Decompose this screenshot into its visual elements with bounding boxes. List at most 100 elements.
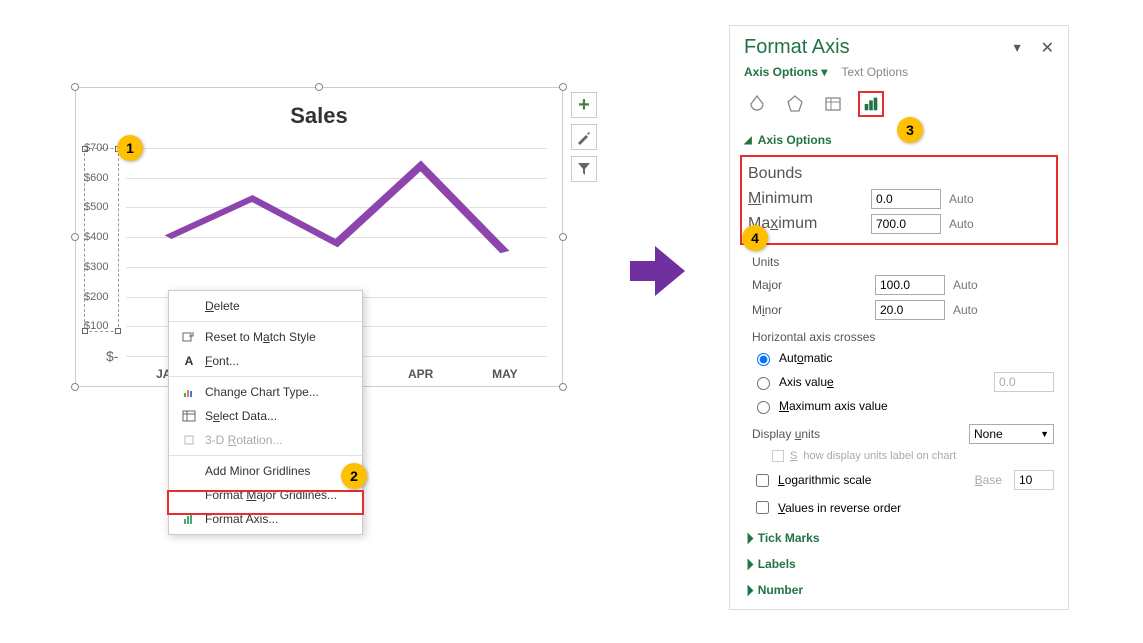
axis-icon bbox=[179, 511, 199, 527]
menu-item-label: Font... bbox=[205, 354, 239, 368]
minor-auto[interactable]: Auto bbox=[953, 303, 978, 317]
context-menu: Delete Reset to Match Style A Font... Change… bbox=[168, 290, 363, 535]
major-input[interactable] bbox=[875, 275, 945, 295]
menu-item-label: 3-D Rotation... bbox=[205, 433, 282, 447]
menu-item-label: Add Minor Gridlines bbox=[205, 464, 310, 478]
y-tick-label: 300 bbox=[84, 261, 108, 273]
menu-item-label: Delete bbox=[205, 299, 240, 313]
display-units-note: Show display units label on chart bbox=[752, 450, 1054, 462]
resize-handle[interactable] bbox=[559, 83, 567, 91]
log-scale-label: Logarithmic scale bbox=[778, 473, 871, 487]
callout-3: 3 bbox=[897, 117, 923, 143]
reverse-order-label: Values in reverse order bbox=[778, 501, 901, 515]
tab-text-options[interactable]: Text Options bbox=[841, 65, 908, 79]
blank-icon bbox=[179, 487, 199, 503]
menu-item-label: Format Axis... bbox=[205, 512, 278, 526]
format-axis-pane: Format Axis ▾ ✕ Axis Options ▾ Text Opti… bbox=[729, 25, 1069, 610]
icon-tab-row bbox=[730, 85, 1068, 127]
minimum-label: Minimum bbox=[748, 190, 863, 208]
bounds-label: Bounds bbox=[748, 165, 1050, 183]
x-tick-label: APR bbox=[408, 367, 433, 381]
resize-handle[interactable] bbox=[559, 233, 567, 241]
menu-item-delete[interactable]: Delete bbox=[169, 294, 362, 318]
pane-close-icon[interactable]: ✕ bbox=[1041, 38, 1054, 58]
menu-item-select-data[interactable]: Select Data... bbox=[169, 404, 362, 428]
maximum-auto[interactable]: Auto bbox=[949, 217, 974, 231]
menu-item-label: Select Data... bbox=[205, 409, 277, 423]
chart-styles-button[interactable] bbox=[571, 124, 597, 150]
crosses-axisvalue-label: Axis value bbox=[779, 375, 834, 389]
pane-dropdown-icon[interactable]: ▾ bbox=[1014, 39, 1021, 56]
menu-item-format-axis[interactable]: Format Axis... bbox=[169, 507, 362, 531]
A-icon: A bbox=[179, 353, 199, 369]
arrow-icon bbox=[655, 246, 685, 296]
minor-input[interactable] bbox=[875, 300, 945, 320]
menu-item-change-chart-type[interactable]: Change Chart Type... bbox=[169, 380, 362, 404]
menu-item-label: Change Chart Type... bbox=[205, 385, 319, 399]
chart-elements-button[interactable]: + bbox=[571, 92, 597, 118]
display-units-select[interactable]: None▼ bbox=[969, 424, 1054, 444]
size-properties-icon[interactable] bbox=[820, 91, 846, 117]
resize-handle[interactable] bbox=[71, 233, 79, 241]
resize-handle[interactable] bbox=[315, 83, 323, 91]
y-tick-label: 400 bbox=[84, 231, 108, 243]
display-units-label: Display units bbox=[752, 427, 867, 441]
menu-item-label: Format Major Gridlines... bbox=[205, 488, 337, 502]
minor-label: Minor bbox=[752, 303, 867, 317]
menu-item-reset-to-match-style[interactable]: Reset to Match Style bbox=[169, 325, 362, 349]
chart-quick-tools: + bbox=[571, 92, 597, 188]
chart-filter-button[interactable] bbox=[571, 156, 597, 182]
crosses-max-label: Maximum axis value bbox=[779, 399, 888, 413]
menu-item-font[interactable]: A Font... bbox=[169, 349, 362, 373]
maximum-input[interactable] bbox=[871, 214, 941, 234]
resize-handle[interactable] bbox=[71, 383, 79, 391]
reverse-order-checkbox[interactable] bbox=[756, 501, 769, 514]
x-tick-label: MAY bbox=[492, 367, 518, 381]
callout-2: 2 bbox=[341, 463, 367, 489]
blank-icon bbox=[179, 298, 199, 314]
data-icon bbox=[179, 408, 199, 424]
section-number[interactable]: ◢Number bbox=[730, 577, 1068, 609]
log-base-input[interactable] bbox=[1014, 470, 1054, 490]
bounds-section: Bounds Minimum Auto Maximum Auto bbox=[740, 155, 1058, 245]
crosses-label: Horizontal axis crosses bbox=[752, 330, 1054, 344]
menu-item-format-major-gridlines[interactable]: Format Major Gridlines... bbox=[169, 483, 362, 507]
crosses-automatic-label: Automatic bbox=[779, 351, 832, 365]
crosses-axisvalue-radio[interactable] bbox=[757, 377, 770, 390]
3d-icon bbox=[179, 432, 199, 448]
y-tick-label: 100 bbox=[84, 320, 108, 332]
crosses-value-input[interactable] bbox=[994, 372, 1054, 392]
section-labels[interactable]: ◢Labels bbox=[730, 551, 1068, 577]
major-label: Major bbox=[752, 278, 867, 292]
tab-axis-options[interactable]: Axis Options ▾ bbox=[744, 65, 827, 79]
blank-icon bbox=[179, 463, 199, 479]
y-tick-label: 600 bbox=[84, 172, 108, 184]
crosses-automatic-radio[interactable] bbox=[757, 353, 770, 366]
callout-4: 4 bbox=[742, 225, 768, 251]
minimum-auto[interactable]: Auto bbox=[949, 192, 974, 206]
major-auto[interactable]: Auto bbox=[953, 278, 978, 292]
section-tick-marks[interactable]: ◢Tick Marks bbox=[730, 525, 1068, 551]
callout-1: 1 bbox=[117, 135, 143, 161]
resize-handle[interactable] bbox=[559, 383, 567, 391]
y-tick-label: 200 bbox=[84, 291, 108, 303]
y-tick-label: 500 bbox=[84, 201, 108, 213]
menu-item-add-minor-gridlines[interactable]: Add Minor Gridlines bbox=[169, 459, 362, 483]
units-label: Units bbox=[752, 255, 1054, 269]
effects-icon[interactable] bbox=[782, 91, 808, 117]
resize-handle[interactable] bbox=[71, 83, 79, 91]
pane-title: Format Axis bbox=[744, 36, 850, 59]
fill-line-icon[interactable] bbox=[744, 91, 770, 117]
y-tick-label: 700 bbox=[84, 142, 108, 154]
chart-title[interactable]: Sales bbox=[76, 88, 562, 134]
chart-icon bbox=[179, 384, 199, 400]
log-scale-checkbox[interactable] bbox=[756, 474, 769, 487]
y-tick-label: - bbox=[106, 348, 118, 364]
crosses-max-radio[interactable] bbox=[757, 401, 770, 414]
log-base-label: Base bbox=[975, 473, 1002, 487]
reset-icon bbox=[179, 329, 199, 345]
minimum-input[interactable] bbox=[871, 189, 941, 209]
menu-item-d-rotation: 3-D Rotation... bbox=[169, 428, 362, 452]
menu-item-label: Reset to Match Style bbox=[205, 330, 316, 344]
axis-options-icon[interactable] bbox=[858, 91, 884, 117]
